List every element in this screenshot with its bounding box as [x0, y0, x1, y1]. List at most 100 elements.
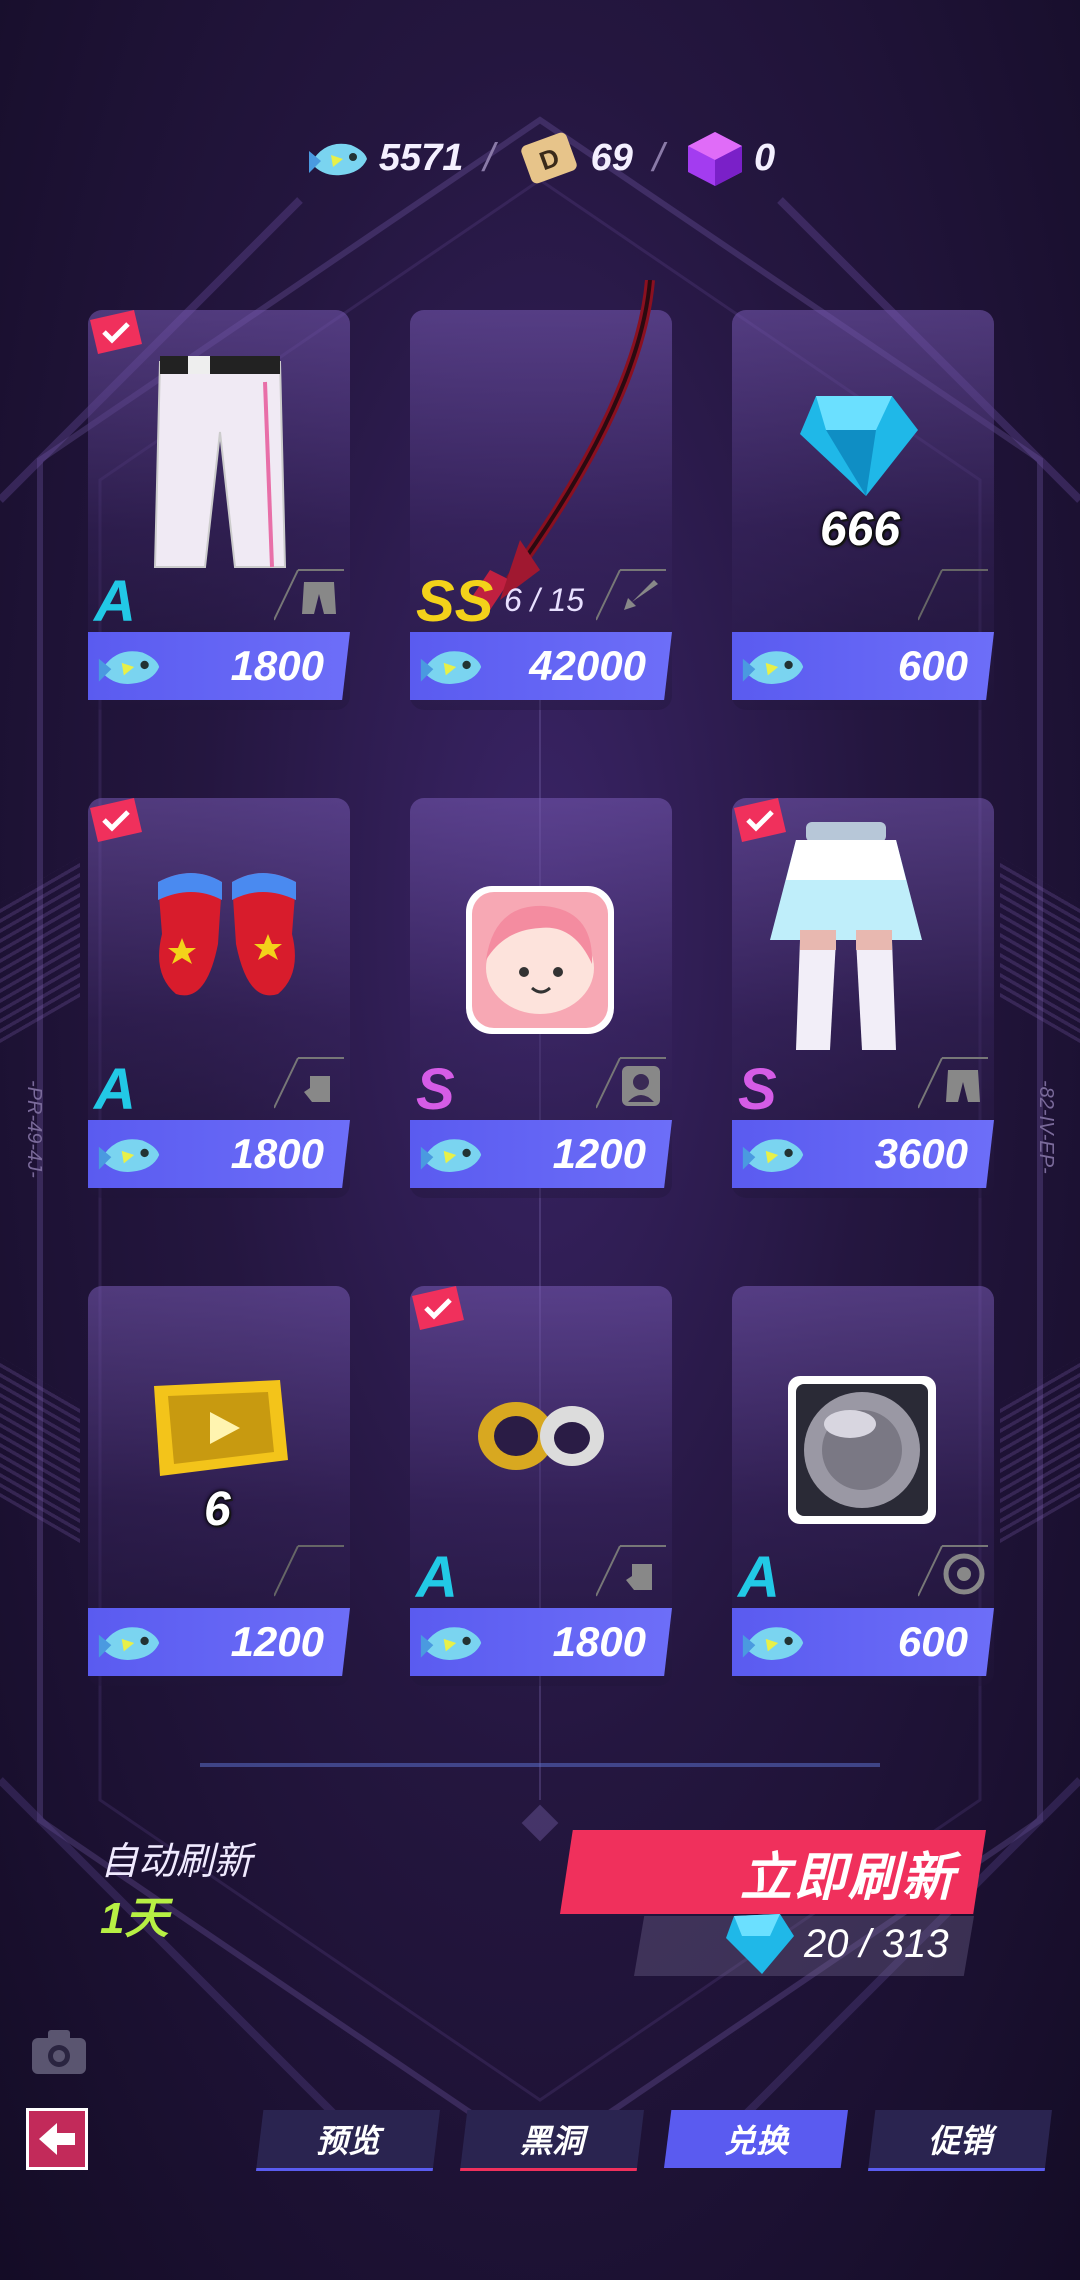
side-code-left: -PR-49-4J-: [23, 1080, 45, 1178]
weapon-type-icon: [596, 569, 666, 621]
owned-check-icon: [90, 798, 142, 842]
price-value: 600: [897, 1618, 968, 1665]
auto-refresh-time: 1天: [100, 1894, 169, 1943]
fish-currency-icon: [98, 1627, 160, 1660]
empty-type-slot: [274, 1545, 344, 1597]
fish-currency-icon: [308, 143, 367, 176]
star-gloves-icon: [158, 873, 296, 996]
item-quantity: 666: [820, 503, 901, 556]
separator: /: [652, 135, 664, 180]
rank-badge: A: [738, 1545, 780, 1610]
white-pants-icon: [153, 356, 287, 568]
currency-cube[interactable]: 0: [684, 128, 775, 188]
tab-label: 兑换: [723, 2123, 788, 2159]
price-value: 1200: [230, 1618, 324, 1665]
currency-fish[interactable]: 5571: [305, 133, 464, 183]
back-arrow-icon: [39, 2123, 75, 2155]
pink-avatar-icon: [466, 886, 614, 1034]
cube-value: 0: [753, 136, 776, 179]
tab-blackhole[interactable]: 黑洞: [460, 2110, 644, 2171]
shop-item-red-scythe[interactable]: SS 6 / 15 42000: [410, 280, 672, 710]
fish-currency-icon: [742, 651, 804, 684]
camera-icon[interactable]: [30, 2028, 88, 2076]
fish-currency-icon: [98, 1139, 160, 1172]
diamond-icon: [726, 1914, 794, 1974]
fish-currency-value: 5571: [378, 136, 464, 179]
fish-currency-icon: [98, 651, 160, 684]
shop-item-video-ticket[interactable]: 6 1200: [88, 1286, 350, 1686]
shop-item-grey-orb[interactable]: A 600: [732, 1286, 994, 1686]
rings-icon: [478, 1402, 604, 1470]
tab-exchange[interactable]: 兑换: [664, 2110, 848, 2168]
price-value: 600: [897, 642, 968, 689]
side-code-right: -82-IV-EP-: [1035, 1080, 1057, 1174]
tab-promotion[interactable]: 促销: [868, 2110, 1052, 2171]
fish-currency-icon: [742, 1627, 804, 1660]
right-stripe: [1000, 856, 1080, 1044]
auto-refresh-label: 自动刷新: [100, 1841, 253, 1883]
price-bar[interactable]: 1200: [88, 1608, 350, 1676]
shop-item-red-gloves[interactable]: A 1800: [88, 798, 350, 1198]
right-stripe-lower: [1000, 1356, 1080, 1544]
rank-badge: SS: [416, 569, 494, 634]
currency-bar: 5571 / D 69 / 0: [0, 118, 1080, 198]
tab-preview[interactable]: 预览: [256, 2110, 440, 2171]
shop-item-rings[interactable]: A 1800: [410, 1286, 672, 1686]
shop-item-avatar-frame[interactable]: S 1200: [410, 798, 672, 1198]
left-stripe-lower: [0, 1356, 80, 1544]
price-bar[interactable]: 1800: [88, 632, 350, 700]
empty-type-slot: [918, 569, 988, 621]
refresh-now-label: 立即刷新: [739, 1848, 956, 1907]
price-bar[interactable]: 42000: [410, 632, 672, 700]
glove-type-icon: [274, 1057, 344, 1109]
avatar-type-icon: [596, 1057, 666, 1109]
currency-ticket[interactable]: D 69: [515, 128, 633, 188]
ticket-value: 69: [590, 136, 633, 179]
price-value: 1800: [552, 1618, 646, 1665]
stock-counter: 6 / 15: [504, 582, 585, 618]
tab-label: 促销: [927, 2123, 992, 2159]
rank-badge: S: [416, 1057, 455, 1122]
shop-item-skirt-outfit[interactable]: S 3600: [732, 798, 994, 1198]
purple-cube-icon: [687, 132, 742, 186]
rank-badge: A: [94, 569, 136, 634]
price-value: 3600: [874, 1130, 968, 1177]
fish-currency-icon: [420, 1627, 482, 1660]
skirt-outfit-icon: [770, 822, 922, 1050]
rank-badge: S: [738, 1057, 777, 1122]
video-box-icon: [154, 1380, 288, 1476]
tab-label: 预览: [315, 2123, 380, 2159]
left-stripe: [0, 856, 80, 1044]
owned-check-icon: [412, 1286, 464, 1330]
price-value: 1200: [552, 1130, 646, 1177]
price-bar[interactable]: 1200: [410, 1120, 672, 1188]
price-bar[interactable]: 600: [732, 632, 994, 700]
glove-type-icon: [596, 1545, 666, 1597]
price-value: 1800: [230, 1130, 324, 1177]
ticket-d-icon: D: [520, 132, 577, 184]
pants-type-icon: [918, 1057, 988, 1109]
owned-check-icon: [90, 310, 142, 354]
fish-currency-icon: [420, 1139, 482, 1172]
separator: /: [483, 135, 495, 180]
item-quantity: 6: [204, 1483, 231, 1536]
price-value: 42000: [529, 642, 646, 689]
price-bar[interactable]: 1800: [88, 1120, 350, 1188]
pants-type-icon: [274, 569, 344, 621]
diamond-icon: [800, 396, 918, 496]
grey-orb-icon: [788, 1376, 936, 1524]
refresh-cost-value: 20 / 313: [804, 1922, 949, 1966]
fish-currency-icon: [420, 651, 482, 684]
rank-badge: A: [416, 1545, 458, 1610]
price-bar[interactable]: 3600: [732, 1120, 994, 1188]
price-bar[interactable]: 1800: [410, 1608, 672, 1676]
rank-badge: A: [94, 1057, 136, 1122]
tab-label: 黑洞: [519, 2123, 584, 2159]
shop-item-blue-diamond[interactable]: 666 600: [732, 310, 994, 710]
fish-currency-icon: [742, 1139, 804, 1172]
back-button[interactable]: [26, 2108, 88, 2170]
price-bar[interactable]: 600: [732, 1608, 994, 1676]
shop-item-white-pants[interactable]: A 1800: [88, 310, 350, 710]
target-type-icon: [918, 1545, 988, 1597]
refresh-now-button[interactable]: 立即刷新: [560, 1830, 986, 1914]
